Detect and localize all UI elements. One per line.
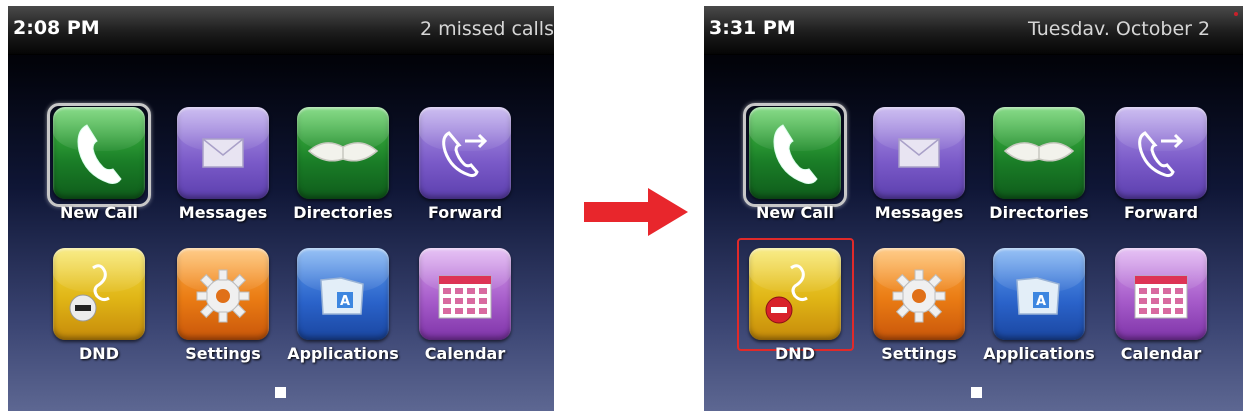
app-tile-messages[interactable]: Messages: [171, 103, 275, 222]
page-indicator-dot: [275, 387, 286, 398]
applications-app-icon: A: [993, 248, 1085, 340]
app-tile-forward[interactable]: Forward: [413, 103, 517, 222]
app-tile-dnd[interactable]: DND: [47, 244, 151, 363]
dnd-highlight-box: [737, 238, 854, 351]
status-time: 3:31 PM: [709, 17, 796, 39]
calendar-icon: [1134, 275, 1188, 319]
status-indicator-dot: [1234, 12, 1238, 16]
phone-screen-after: 3:31 PM Tuesdav. October 2 New Call Mess…: [704, 6, 1243, 411]
app-tile-new-call[interactable]: New Call: [743, 103, 847, 222]
calendar-app-icon: [419, 248, 511, 340]
app-tile-directories[interactable]: Directories: [987, 103, 1091, 222]
envelope-icon: [898, 138, 940, 168]
phone-screen-before: 2:08 PM 2 missed calls New Call Messages: [8, 6, 554, 411]
gear-icon: [892, 269, 946, 323]
folder-icon: A: [1016, 277, 1060, 315]
app-tile-calendar[interactable]: Calendar: [413, 244, 517, 363]
do-not-disturb-icon: [69, 264, 110, 322]
app-tile-new-call[interactable]: New Call: [47, 103, 151, 222]
app-label: DND: [79, 344, 119, 363]
app-label: Calendar: [1120, 344, 1202, 363]
app-tile-calendar[interactable]: Calendar: [1109, 244, 1213, 363]
arrow-right-icon: [584, 188, 688, 236]
calendar-app-icon: [1115, 248, 1207, 340]
messages-app-icon: [873, 107, 965, 199]
missed-calls-status[interactable]: 2 missed calls: [420, 18, 554, 40]
envelope-icon: [202, 138, 244, 168]
app-tile-messages[interactable]: Messages: [867, 103, 971, 222]
messages-app-icon: [177, 107, 269, 199]
app-tile-applications[interactable]: A Applications: [287, 244, 399, 363]
selection-focus-frame: [743, 103, 847, 207]
app-label: Calendar: [424, 344, 506, 363]
settings-app-icon: [873, 248, 965, 340]
selection-focus-frame: [47, 103, 151, 207]
page-indicator-dot: [971, 387, 982, 398]
calendar-icon: [438, 275, 492, 319]
app-tile-settings[interactable]: Settings: [171, 244, 275, 363]
app-tile-dnd[interactable]: DND: [737, 238, 854, 363]
status-bar: 3:31 PM Tuesdav. October 2: [704, 6, 1243, 55]
status-time: 2:08 PM: [13, 17, 100, 39]
app-tile-forward[interactable]: Forward: [1109, 103, 1213, 222]
settings-app-icon: [177, 248, 269, 340]
app-tile-settings[interactable]: Settings: [867, 244, 971, 363]
status-date: Tuesdav. October 2: [1028, 18, 1211, 40]
app-label: New Call: [59, 203, 139, 222]
app-label: Forward: [1123, 203, 1199, 222]
forward-app-icon: [419, 107, 511, 199]
app-tile-applications[interactable]: A Applications: [983, 244, 1095, 363]
dnd-app-icon: [53, 248, 145, 340]
phone-forward-icon: [442, 131, 488, 178]
applications-app-icon: A: [297, 248, 389, 340]
status-bar: 2:08 PM 2 missed calls: [8, 6, 554, 55]
open-book-icon: [307, 142, 379, 162]
app-label: Forward: [427, 203, 503, 222]
app-tile-directories[interactable]: Directories: [291, 103, 395, 222]
directories-app-icon: [993, 107, 1085, 199]
svg-text:A: A: [340, 294, 350, 309]
forward-app-icon: [1115, 107, 1207, 199]
svg-text:A: A: [1036, 294, 1046, 309]
app-label: DND: [775, 344, 815, 363]
folder-icon: A: [320, 277, 364, 315]
directories-app-icon: [297, 107, 389, 199]
phone-forward-icon: [1138, 131, 1184, 178]
open-book-icon: [1003, 142, 1075, 162]
app-label: New Call: [755, 203, 835, 222]
gear-icon: [196, 269, 250, 323]
